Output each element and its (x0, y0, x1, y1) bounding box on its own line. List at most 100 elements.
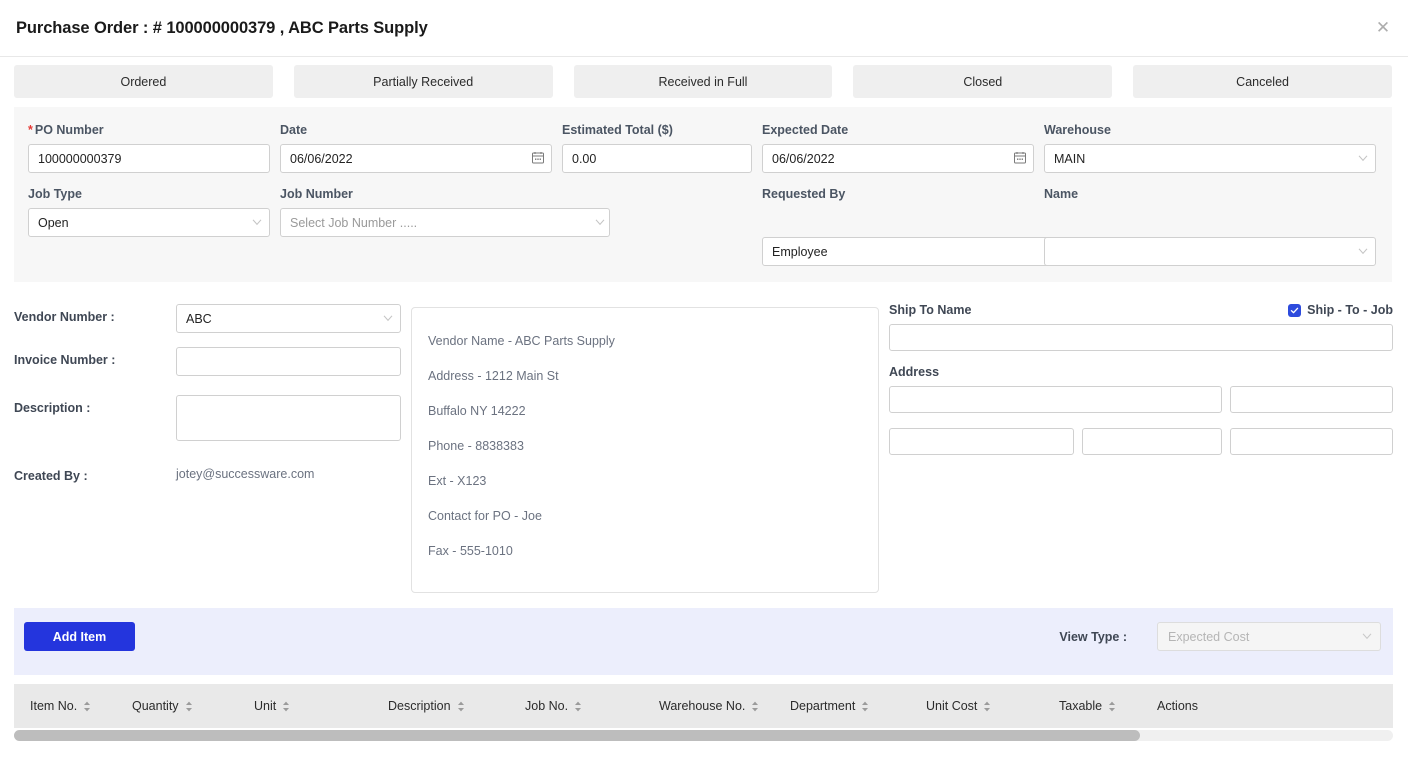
vendor-fields: Vendor Number : Invoice Number : Descrip… (14, 304, 404, 497)
column-label: Description (388, 699, 451, 713)
po-number-field-wrap (28, 144, 270, 173)
status-tab-closed[interactable]: Closed (853, 65, 1113, 98)
ship-to-header: Ship To Name Ship - To - Job (889, 303, 1393, 317)
horizontal-scrollbar-track[interactable] (14, 730, 1393, 741)
status-tab-canceled[interactable]: Canceled (1133, 65, 1392, 98)
chevron-down-icon (1362, 632, 1372, 641)
view-type-select[interactable]: Expected Cost (1157, 622, 1381, 651)
sort-icon (457, 701, 465, 712)
column-header-job-no[interactable]: Job No. (525, 699, 659, 713)
date-label: Date (280, 123, 308, 137)
column-header-unit[interactable]: Unit (254, 699, 388, 713)
address-row-1 (889, 386, 1393, 413)
status-tab-received-in-full[interactable]: Received in Full (573, 65, 833, 98)
ship-to-section: Ship To Name Ship - To - Job Address (889, 303, 1393, 466)
vendor-info-card: Vendor Name - ABC Parts Supply Address -… (411, 307, 879, 593)
vendor-number-row: Vendor Number : (14, 304, 404, 333)
vendor-number-label: Vendor Number : (14, 310, 115, 324)
vendor-info-line: Vendor Name - ABC Parts Supply (428, 334, 615, 348)
name-select[interactable] (1044, 237, 1376, 266)
column-label: Actions (1157, 699, 1198, 713)
address-row-2 (889, 428, 1393, 455)
column-label: Unit (254, 699, 277, 713)
expected-date-field-wrap (762, 144, 1034, 173)
address-zip-input[interactable] (1230, 428, 1393, 455)
items-toolbar: Add Item View Type : Expected Cost (14, 608, 1393, 675)
sort-icon (1108, 701, 1116, 712)
close-icon[interactable]: ✕ (1372, 17, 1394, 39)
sort-icon (83, 701, 91, 712)
sort-icon (282, 701, 290, 712)
column-header-quantity[interactable]: Quantity (132, 699, 254, 713)
view-type-value: Expected Cost (1168, 629, 1250, 644)
column-header-warehouse-no[interactable]: Warehouse No. (659, 699, 790, 713)
ship-to-job-label: Ship - To - Job (1307, 303, 1393, 317)
column-header-department[interactable]: Department (790, 699, 926, 713)
vendor-number-field-wrap (176, 304, 401, 333)
job-number-label: Job Number (280, 187, 353, 201)
po-number-label: * PO Number (28, 123, 104, 137)
warehouse-select[interactable] (1044, 144, 1376, 173)
view-type-label: View Type : (1059, 629, 1127, 644)
ship-to-name-input[interactable] (889, 324, 1393, 351)
column-header-taxable[interactable]: Taxable (1059, 699, 1157, 713)
modal-header: Purchase Order : # 100000000379 , ABC Pa… (0, 0, 1408, 57)
po-number-input[interactable] (28, 144, 270, 173)
sort-icon (574, 701, 582, 712)
column-header-unit-cost[interactable]: Unit Cost (926, 699, 1059, 713)
description-field-wrap (176, 395, 401, 446)
name-label: Name (1044, 187, 1079, 201)
form-grid: * PO Number Date Estimated Total ($) Expe… (28, 123, 1378, 266)
column-label: Unit Cost (926, 699, 978, 713)
created-by-label: Created By : (14, 469, 88, 483)
address-state-input[interactable] (1082, 428, 1222, 455)
expected-date-label: Expected Date (762, 123, 849, 137)
job-type-field-wrap (28, 208, 270, 237)
address-city-input[interactable] (889, 428, 1074, 455)
estimated-total-input[interactable] (562, 144, 752, 173)
address-line2-input[interactable] (1230, 386, 1393, 413)
created-by-row: Created By : jotey@successware.com (14, 463, 404, 483)
view-type-group: View Type : Expected Cost (1059, 622, 1381, 651)
job-type-label: Job Type (28, 187, 82, 201)
column-label: Job No. (525, 699, 569, 713)
ship-to-job-checkbox[interactable]: Ship - To - Job (1288, 303, 1393, 317)
created-by-value: jotey@successware.com (176, 467, 315, 481)
requested-by-field-wrap (762, 237, 1082, 266)
requested-by-label: Requested By (762, 187, 846, 201)
invoice-number-label: Invoice Number : (14, 353, 116, 367)
address-line1-input[interactable] (889, 386, 1222, 413)
estimated-total-label: Estimated Total ($) (562, 123, 673, 137)
checkbox-checked-icon (1288, 303, 1302, 317)
job-number-field-wrap (280, 208, 1034, 237)
horizontal-scrollbar-thumb[interactable] (14, 730, 1140, 741)
job-number-select[interactable] (280, 208, 610, 237)
description-textarea[interactable] (176, 395, 401, 441)
expected-date-input[interactable] (762, 144, 1034, 173)
status-tab-ordered[interactable]: Ordered (14, 65, 273, 98)
items-table-header: Item No. Quantity Unit Description Job N… (14, 684, 1393, 728)
sort-icon (983, 701, 991, 712)
date-input[interactable] (280, 144, 552, 173)
add-item-button[interactable]: Add Item (24, 622, 135, 651)
column-header-description[interactable]: Description (388, 699, 525, 713)
column-header-item-no[interactable]: Item No. (14, 699, 132, 713)
estimated-total-field-wrap (562, 144, 752, 173)
invoice-number-input[interactable] (176, 347, 401, 376)
vendor-info-line: Fax - 555-1010 (428, 544, 513, 558)
column-label: Warehouse No. (659, 699, 746, 713)
vendor-info-line: Buffalo NY 14222 (428, 404, 526, 418)
address-label: Address (889, 365, 940, 379)
status-tab-partially-received[interactable]: Partially Received (293, 65, 553, 98)
sort-icon (185, 701, 193, 712)
job-type-select[interactable] (28, 208, 270, 237)
vendor-info-line: Address - 1212 Main St (428, 369, 559, 383)
column-header-actions: Actions (1157, 699, 1267, 713)
column-label: Quantity (132, 699, 179, 713)
requested-by-select[interactable] (762, 237, 1082, 266)
sort-icon (751, 701, 759, 712)
warehouse-label: Warehouse (1044, 123, 1111, 137)
vendor-info-line: Contact for PO - Joe (428, 509, 542, 523)
column-label: Item No. (30, 699, 78, 713)
vendor-number-select[interactable] (176, 304, 401, 333)
